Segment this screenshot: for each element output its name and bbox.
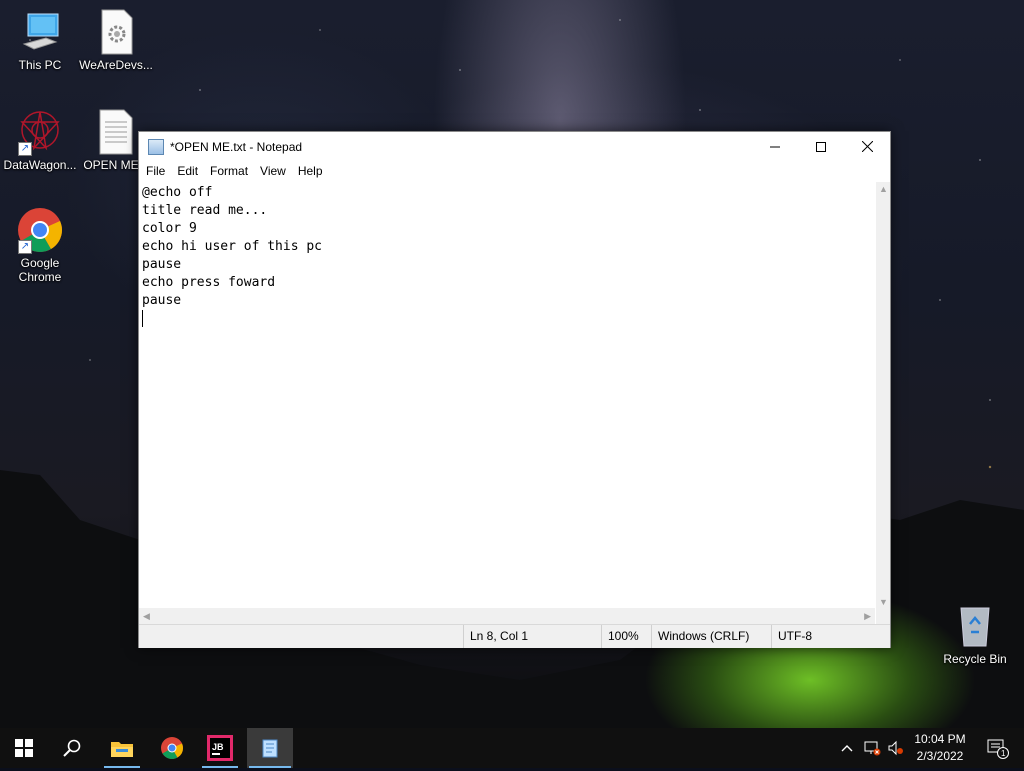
folder-icon (111, 742, 133, 757)
title-bar[interactable]: *OPEN ME.txt - Notepad (139, 132, 890, 161)
shortcut-arrow-icon: ↗ (18, 142, 32, 156)
menu-bar: File Edit Format View Help (139, 161, 890, 181)
network-disconnected-icon (864, 741, 881, 756)
desktop-icon-label: Google Chrome (18, 256, 62, 284)
scroll-down-icon[interactable]: ▼ (879, 597, 888, 607)
jetbrains-icon: JB (207, 735, 233, 761)
desktop-icon-this-pc[interactable]: This PC (0, 8, 80, 72)
volume-control[interactable] (884, 728, 906, 768)
scroll-right-icon[interactable]: ▶ (864, 611, 871, 622)
datawagon-shortcut-icon: ↗ (16, 108, 64, 156)
desktop-icon-recycle-bin[interactable]: Recycle Bin (935, 602, 1015, 666)
chrome-icon (161, 737, 183, 759)
text-file-icon (92, 108, 140, 156)
vertical-scrollbar[interactable]: ▲ ▼ (876, 182, 890, 609)
line-ending: Windows (CRLF) (651, 625, 768, 648)
desktop-icon-wearedevs[interactable]: WeAreDevs... (76, 8, 156, 72)
scroll-up-icon[interactable]: ▲ (879, 184, 888, 194)
taskbar-jetbrains[interactable]: JB (200, 728, 240, 768)
menu-view[interactable]: View (254, 161, 292, 181)
taskbar-chrome[interactable] (152, 728, 192, 768)
maximize-icon (816, 141, 826, 152)
menu-file[interactable]: File (140, 161, 171, 181)
menu-edit[interactable]: Edit (171, 161, 204, 181)
editor-content[interactable]: @echo off title read me... color 9 echo … (139, 182, 875, 310)
start-button[interactable] (4, 728, 44, 768)
svg-text:JB: JB (212, 742, 224, 752)
clock-date: 2/3/2022 (916, 749, 964, 763)
chrome-icon: ↗ (16, 206, 64, 254)
action-center-button[interactable]: 1 (978, 728, 1018, 768)
show-hidden-icons-button[interactable] (836, 728, 858, 768)
settings-file-icon (92, 8, 140, 56)
system-clock[interactable]: 10:04 PM 2/3/2022 (905, 728, 975, 771)
taskbar-file-explorer[interactable] (102, 728, 142, 768)
volume-muted-icon (888, 740, 903, 756)
taskbar-notepad[interactable] (247, 728, 293, 768)
computer-icon (16, 8, 64, 56)
minimize-icon (770, 146, 780, 147)
desktop-icon-google-chrome[interactable]: ↗ Google Chrome (0, 206, 80, 284)
menu-help[interactable]: Help (292, 161, 329, 181)
close-icon (861, 141, 873, 152)
desktop-icon-label: WeAreDevs... (79, 58, 153, 72)
search-icon (63, 739, 81, 757)
notification-count: 1 (1001, 749, 1006, 758)
notepad-icon (148, 138, 164, 155)
clock-time: 10:04 PM (914, 732, 966, 746)
status-bar: Ln 8, Col 1 100% Windows (CRLF) UTF-8 (139, 624, 890, 648)
notepad-window[interactable]: *OPEN ME.txt - Notepad File Edit Format … (138, 131, 891, 648)
close-button[interactable] (844, 132, 890, 161)
shortcut-arrow-icon: ↗ (18, 240, 32, 254)
window-title: *OPEN ME.txt - Notepad (170, 139, 303, 154)
cursor-position: Ln 8, Col 1 (463, 625, 600, 648)
desktop-icon-label: Recycle Bin (943, 652, 1007, 666)
desktop-icon-label: DataWagon... (3, 158, 77, 172)
taskbar: JB 10:04 PM 2/3/2022 1 (0, 728, 1024, 768)
minimize-button[interactable] (752, 132, 798, 161)
windows-start-icon (15, 739, 33, 757)
text-caret (142, 310, 143, 327)
zoom-level: 100% (601, 625, 652, 648)
scroll-left-icon[interactable]: ◀ (143, 611, 150, 622)
network-status[interactable] (860, 728, 884, 768)
chevron-up-icon (841, 745, 853, 752)
recycle-bin-icon (951, 602, 999, 650)
maximize-button[interactable] (798, 132, 844, 161)
desktop-icon-datawagon[interactable]: ↗ DataWagon... (0, 108, 80, 172)
scrollbar-corner (876, 608, 890, 624)
notepad-icon (262, 739, 278, 758)
notification-icon: 1 (987, 739, 1009, 759)
text-editor[interactable]: @echo off title read me... color 9 echo … (139, 182, 875, 608)
search-button[interactable] (52, 728, 92, 768)
menu-format[interactable]: Format (204, 161, 254, 181)
encoding: UTF-8 (771, 625, 878, 648)
horizontal-scrollbar[interactable]: ◀ ▶ (139, 608, 875, 624)
desktop-icon-label: This PC (18, 58, 62, 72)
